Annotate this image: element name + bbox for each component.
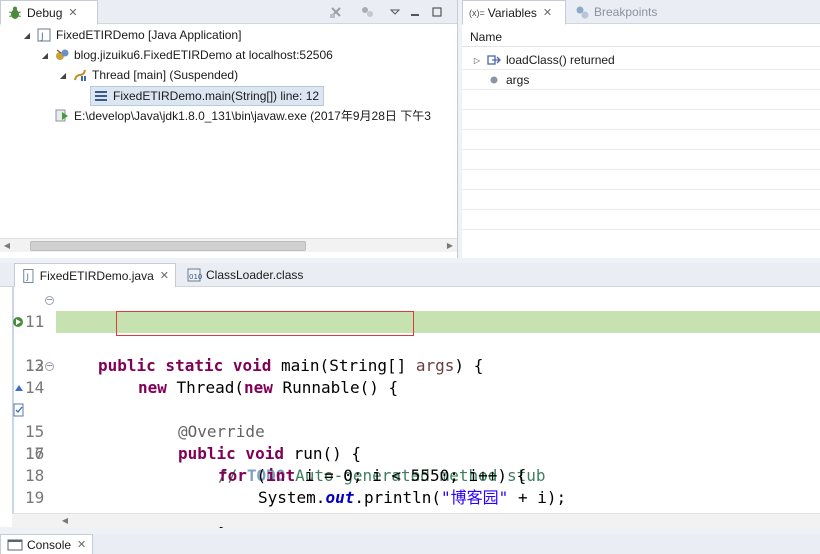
close-icon[interactable]: ✕ (160, 269, 169, 282)
tree-item-label: FixedETIRDemo.main(String[]) line: 12 (113, 89, 320, 103)
code-line-20[interactable]: 20 (0, 487, 820, 529)
close-icon[interactable]: ✕ (543, 6, 552, 19)
column-header-name[interactable]: Name (462, 27, 820, 47)
tree-item-label: Thread [main] (Suspended) (92, 68, 239, 82)
expand-icon[interactable]: ◢ (40, 51, 50, 60)
tab-debug[interactable]: Debug ✕ (0, 0, 98, 25)
console-icon (7, 539, 23, 550)
expand-icon[interactable]: ◢ (58, 71, 68, 80)
row-divider (462, 149, 820, 150)
tree-item-thread[interactable]: ◢ Thread [main] (Suspended) (58, 65, 238, 85)
stack-frame-icon (95, 91, 107, 101)
highlight-box (116, 311, 414, 336)
variable-name: args (506, 73, 530, 87)
tree-item-process[interactable]: E:\develop\Java\jdk1.8.0_131\bin\javaw.e… (40, 105, 431, 125)
tab-console[interactable]: Console ✕ (0, 534, 94, 554)
variable-row-args[interactable]: args (472, 70, 529, 90)
svg-text:J: J (40, 32, 44, 42)
console-view: Console ✕ (0, 534, 820, 554)
tree-item-stack-frame[interactable]: FixedETIRDemo.main(String[]) line: 12 (90, 86, 325, 106)
variables-view: (x)= Variables ✕ Breakpoints Name ▷ load… (462, 0, 820, 258)
tree-item-label: blog.jizuiku6.FixedETIRDemo at localhost… (74, 48, 333, 62)
row-divider (462, 89, 820, 90)
tree-item-label: FixedETIRDemo [Java Application] (56, 28, 242, 42)
instruction-pointer-icon (13, 317, 23, 327)
tab-fixedetirdemo-java[interactable]: J FixedETIRDemo.java ✕ (14, 263, 176, 288)
view-menu-icon[interactable] (386, 3, 404, 21)
fold-collapse-icon[interactable]: − (45, 296, 54, 305)
variable-row-return[interactable]: ▷ loadClass() returned (472, 50, 615, 70)
java-app-icon: J (37, 28, 51, 42)
debug-hscrollbar[interactable]: ◀ ▶ (0, 238, 457, 252)
tab-label: ClassLoader.class (206, 268, 304, 282)
code-line-18[interactable]: 18 System.out.println("博客园" + i); (0, 443, 820, 507)
scroll-thumb[interactable] (30, 241, 306, 251)
code-line-15[interactable]: 15 public void run() { (0, 377, 820, 463)
row-divider (462, 129, 820, 130)
debug-target-icon (56, 49, 69, 60)
return-value-icon (487, 55, 501, 65)
scroll-left-icon[interactable]: ◀ (58, 514, 72, 528)
task-marker-icon (13, 403, 24, 417)
tab-debug-label: Debug (27, 5, 63, 20)
thread-icon (74, 69, 86, 81)
expand-icon[interactable]: ◢ (22, 31, 32, 40)
code-line-17[interactable]: 17 for (int i = 0; i < 5550; i++) { (0, 421, 820, 485)
tab-classloader-class[interactable]: 010 ClassLoader.class (180, 263, 309, 287)
java-file-icon: J (23, 268, 34, 283)
close-icon[interactable]: ✕ (77, 538, 86, 551)
code-line-16[interactable]: 16 // TODO Auto-generated method stub (0, 399, 820, 485)
tab-breakpoints-label: Breakpoints (594, 5, 658, 19)
code-editor[interactable]: 11 − public static void main(String[] ar… (0, 287, 820, 529)
code-line-11[interactable]: 11 − public static void main(String[] ar… (0, 289, 820, 376)
variable-name: loadClass() returned (506, 53, 615, 67)
code-line-13[interactable]: 13 (0, 333, 820, 375)
variables-icon: (x)= (469, 7, 485, 18)
tree-item-debug-target[interactable]: ◢ blog.jizuiku6.FixedETIRDemo at localho… (40, 45, 333, 65)
row-divider (462, 229, 820, 230)
step-filters-icon[interactable] (358, 3, 376, 21)
minimize-icon[interactable] (406, 3, 424, 21)
row-divider (462, 169, 820, 170)
expand-icon[interactable]: ▷ (472, 56, 482, 65)
svg-text:010: 010 (189, 273, 202, 281)
editor-hscrollbar[interactable]: ◀ (12, 513, 820, 527)
code-line-14[interactable]: 14 − @Override (0, 355, 820, 442)
close-icon[interactable]: ✕ (68, 6, 77, 19)
code-line-19[interactable]: 19 } (0, 465, 820, 529)
debug-tabbar: Debug ✕ (0, 0, 457, 25)
tree-item-java-application[interactable]: ◢ J FixedETIRDemo [Java Application] (22, 25, 242, 45)
fold-collapse-icon[interactable]: − (45, 362, 54, 371)
process-icon (55, 109, 68, 122)
maximize-icon[interactable] (428, 3, 446, 21)
class-file-icon: 010 (187, 268, 202, 282)
row-divider (462, 209, 820, 210)
tab-label: FixedETIRDemo.java (39, 268, 154, 283)
editor-view: J FixedETIRDemo.java ✕ 010 ClassLoader.c… (0, 263, 820, 529)
debug-view: Debug ✕ ◢ J FixedETIRDemo [Java Applicat… (0, 0, 458, 258)
editor-tabbar: J FixedETIRDemo.java ✕ 010 ClassLoader.c… (0, 263, 820, 288)
variables-tabbar: (x)= Variables ✕ Breakpoints (462, 0, 820, 25)
bug-icon (9, 6, 21, 19)
tab-console-label: Console (27, 537, 72, 552)
row-divider (462, 109, 820, 110)
local-variable-icon (490, 76, 498, 84)
tab-variables-label: Variables (487, 5, 537, 20)
override-marker-icon (15, 385, 23, 391)
row-divider (462, 69, 820, 70)
remove-terminated-icon[interactable] (327, 3, 345, 21)
breakpoint-icon (576, 6, 589, 19)
scroll-right-icon[interactable]: ▶ (443, 239, 457, 253)
row-divider (462, 189, 820, 190)
tree-item-label: E:\develop\Java\jdk1.8.0_131\bin\javaw.e… (74, 108, 431, 123)
tab-variables[interactable]: (x)= Variables ✕ (462, 0, 566, 25)
tab-breakpoints[interactable]: Breakpoints (568, 0, 663, 24)
svg-text:J: J (26, 271, 29, 281)
scroll-left-icon[interactable]: ◀ (0, 239, 14, 253)
